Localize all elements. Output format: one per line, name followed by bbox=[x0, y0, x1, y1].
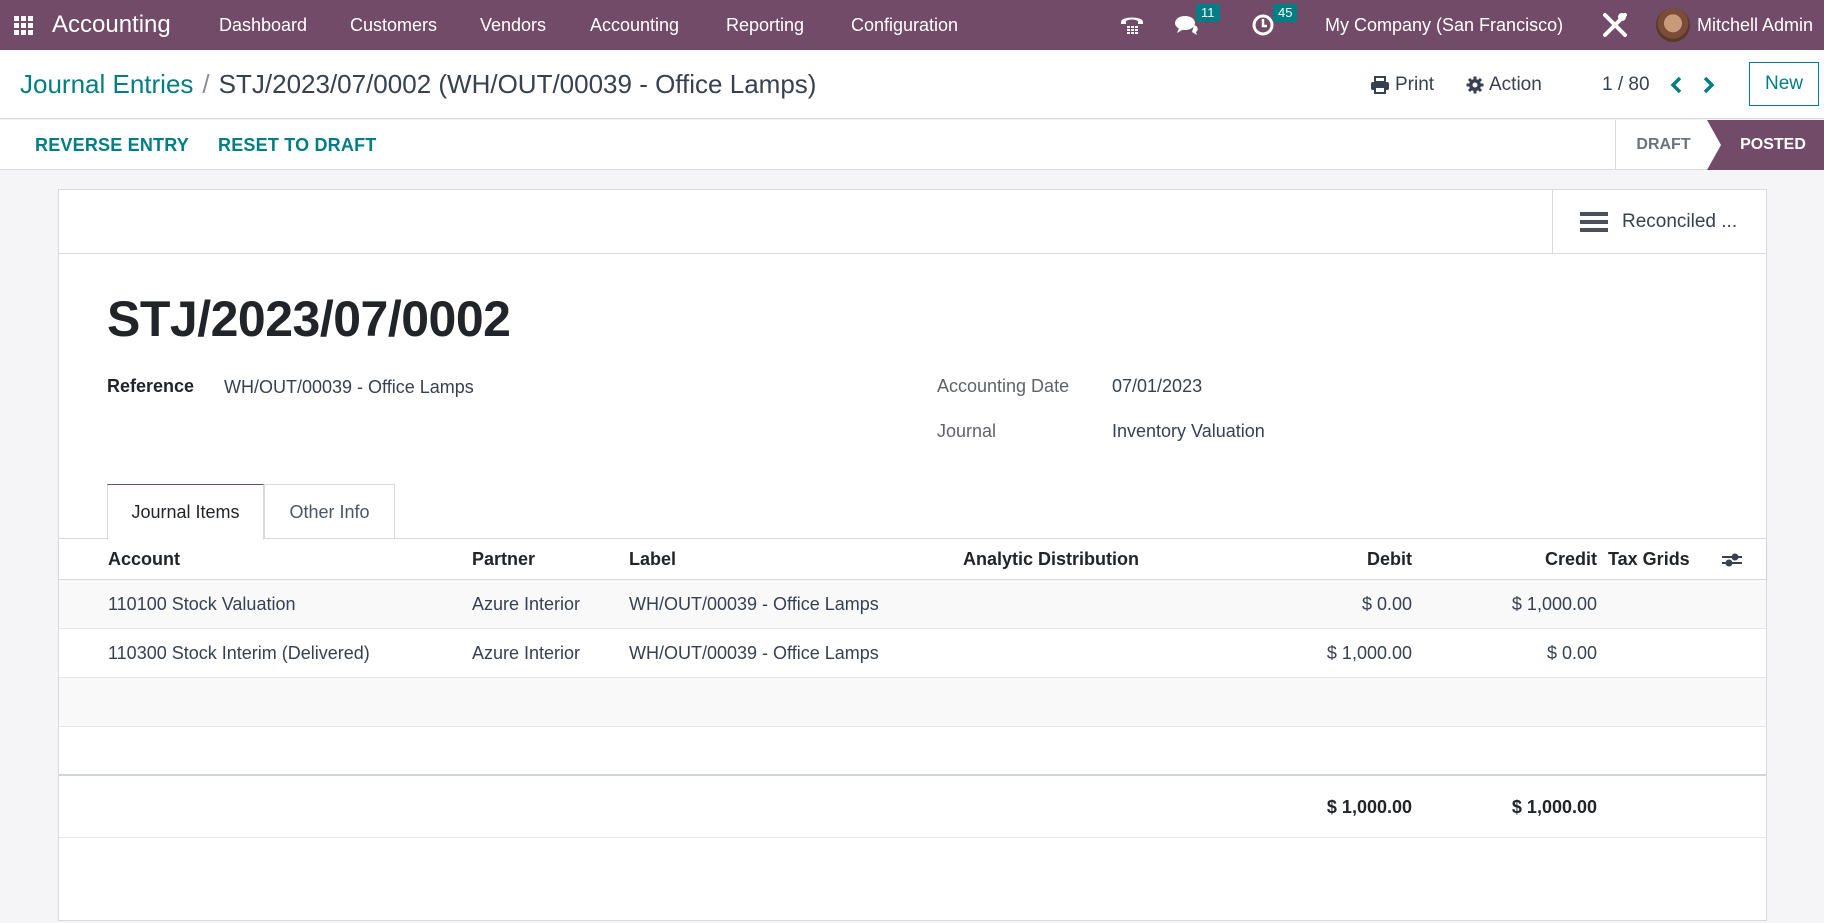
breadcrumb: Journal Entries / STJ/2023/07/0002 (WH/O… bbox=[20, 50, 816, 119]
tab-other-info[interactable]: Other Info bbox=[264, 484, 395, 539]
breadcrumb-journal-entries[interactable]: Journal Entries bbox=[20, 69, 193, 100]
total-credit: $ 1,000.00 bbox=[1511, 796, 1597, 817]
apps-grid-icon bbox=[14, 15, 33, 35]
clock-icon bbox=[1252, 14, 1274, 36]
messages-button[interactable]: 11 bbox=[1174, 0, 1234, 50]
empty-row bbox=[59, 678, 1766, 727]
stage-draft[interactable]: DRAFT bbox=[1616, 120, 1711, 170]
apps-menu-button[interactable] bbox=[14, 0, 36, 50]
empty-row bbox=[59, 727, 1766, 776]
table-row[interactable]: 110300 Stock Interim (Delivered) Azure I… bbox=[59, 629, 1766, 678]
user-name: Mitchell Admin bbox=[1697, 14, 1814, 35]
entry-title: STJ/2023/07/0002 bbox=[107, 291, 511, 347]
cell-credit: $ 1,000.00 bbox=[1511, 593, 1597, 614]
print-label: Print bbox=[1395, 73, 1435, 95]
accounting-date-value[interactable]: 07/01/2023 bbox=[1112, 376, 1202, 397]
user-menu[interactable]: Mitchell Admin bbox=[1656, 0, 1813, 50]
pager-previous-button[interactable] bbox=[1670, 50, 1682, 119]
column-tax-grids[interactable]: Tax Grids bbox=[1608, 539, 1690, 580]
cell-label: WH/OUT/00039 - Office Lamps bbox=[629, 593, 879, 614]
pager-value[interactable]: 1 / 80 bbox=[1602, 50, 1650, 119]
reconciled-label: Reconciled ... bbox=[1622, 210, 1738, 232]
phone-icon bbox=[1121, 17, 1143, 34]
activities-button[interactable]: 45 bbox=[1251, 0, 1311, 50]
menu-vendors[interactable]: Vendors bbox=[480, 0, 546, 50]
avatar bbox=[1656, 8, 1690, 42]
pager-next-button[interactable] bbox=[1703, 50, 1715, 119]
form-sheet: Reconciled ... STJ/2023/07/0002 Referenc… bbox=[58, 189, 1767, 921]
smart-button-box: Reconciled ... bbox=[59, 190, 1766, 254]
chevron-right-icon bbox=[1703, 76, 1715, 93]
gear-icon bbox=[1466, 76, 1484, 93]
reverse-entry-button[interactable]: REVERSE ENTRY bbox=[35, 120, 189, 170]
activities-count-badge: 45 bbox=[1273, 4, 1298, 22]
cell-partner: Azure Interior bbox=[472, 593, 581, 614]
menu-reporting[interactable]: Reporting bbox=[726, 0, 804, 50]
app-name[interactable]: Accounting bbox=[52, 0, 171, 50]
cell-account: 110300 Stock Interim (Delivered) bbox=[108, 642, 370, 663]
table-header: Account Partner Label Analytic Distribut… bbox=[59, 539, 1766, 580]
action-label: Action bbox=[1489, 73, 1542, 95]
print-button[interactable]: Print bbox=[1370, 50, 1434, 119]
journal-value[interactable]: Inventory Valuation bbox=[1112, 421, 1265, 442]
column-partner[interactable]: Partner bbox=[472, 539, 535, 580]
cell-credit: $ 0.00 bbox=[1546, 642, 1597, 663]
status-bar: REVERSE ENTRY RESET TO DRAFT DRAFT POSTE… bbox=[0, 120, 1824, 170]
cell-account: 110100 Stock Valuation bbox=[108, 593, 296, 614]
cell-label: WH/OUT/00039 - Office Lamps bbox=[629, 642, 879, 663]
new-button[interactable]: New bbox=[1749, 62, 1819, 106]
menu-configuration[interactable]: Configuration bbox=[851, 0, 958, 50]
column-label[interactable]: Label bbox=[629, 539, 676, 580]
column-account[interactable]: Account bbox=[108, 539, 180, 580]
debug-tools-icon bbox=[1603, 13, 1627, 37]
column-credit[interactable]: Credit bbox=[1444, 539, 1597, 580]
reconciled-items-button[interactable]: Reconciled ... bbox=[1552, 190, 1766, 253]
phone-button[interactable] bbox=[1119, 0, 1145, 50]
bars-icon bbox=[1580, 211, 1608, 232]
column-debit[interactable]: Debit bbox=[1259, 539, 1412, 580]
menu-customers[interactable]: Customers bbox=[350, 0, 437, 50]
reference-value[interactable]: WH/OUT/00039 - Office Lamps bbox=[224, 377, 474, 398]
debug-tools-button[interactable] bbox=[1602, 0, 1628, 50]
table-row[interactable]: 110100 Stock Valuation Azure Interior WH… bbox=[59, 580, 1766, 629]
optional-columns-toggle[interactable] bbox=[1721, 539, 1743, 580]
status-stages: DRAFT POSTED bbox=[1615, 120, 1824, 170]
messages-count-badge: 11 bbox=[1196, 4, 1220, 22]
journal-label: Journal bbox=[937, 421, 997, 441]
control-panel: Journal Entries / STJ/2023/07/0002 (WH/O… bbox=[0, 50, 1824, 119]
sliders-icon bbox=[1722, 553, 1742, 566]
cell-partner: Azure Interior bbox=[472, 642, 581, 663]
chevron-left-icon bbox=[1670, 76, 1682, 93]
journal-items-table: Account Partner Label Analytic Distribut… bbox=[59, 539, 1766, 838]
notebook-tabs: Journal Items Other Info bbox=[59, 484, 1766, 540]
breadcrumb-separator: / bbox=[202, 69, 210, 99]
stage-posted[interactable]: POSTED bbox=[1707, 120, 1824, 170]
company-switcher[interactable]: My Company (San Francisco) bbox=[1325, 0, 1563, 50]
tab-journal-items[interactable]: Journal Items bbox=[107, 484, 264, 540]
reset-to-draft-button[interactable]: RESET TO DRAFT bbox=[218, 120, 376, 170]
menu-accounting[interactable]: Accounting bbox=[590, 0, 679, 50]
top-navbar: Accounting Dashboard Customers Vendors A… bbox=[0, 0, 1824, 50]
breadcrumb-current: STJ/2023/07/0002 (WH/OUT/00039 - Office … bbox=[218, 69, 817, 99]
accounting-date-label: Accounting Date bbox=[937, 376, 1070, 396]
cell-debit: $ 1,000.00 bbox=[1326, 642, 1412, 663]
reference-label: Reference bbox=[107, 376, 195, 396]
column-analytic-distribution[interactable]: Analytic Distribution bbox=[963, 539, 1139, 580]
cell-debit: $ 0.00 bbox=[1361, 593, 1412, 614]
table-totals-row: $ 1,000.00 $ 1,000.00 bbox=[59, 776, 1766, 838]
menu-dashboard[interactable]: Dashboard bbox=[219, 0, 307, 50]
total-debit: $ 1,000.00 bbox=[1326, 796, 1412, 817]
action-button[interactable]: Action bbox=[1466, 50, 1542, 119]
print-icon bbox=[1371, 75, 1389, 94]
